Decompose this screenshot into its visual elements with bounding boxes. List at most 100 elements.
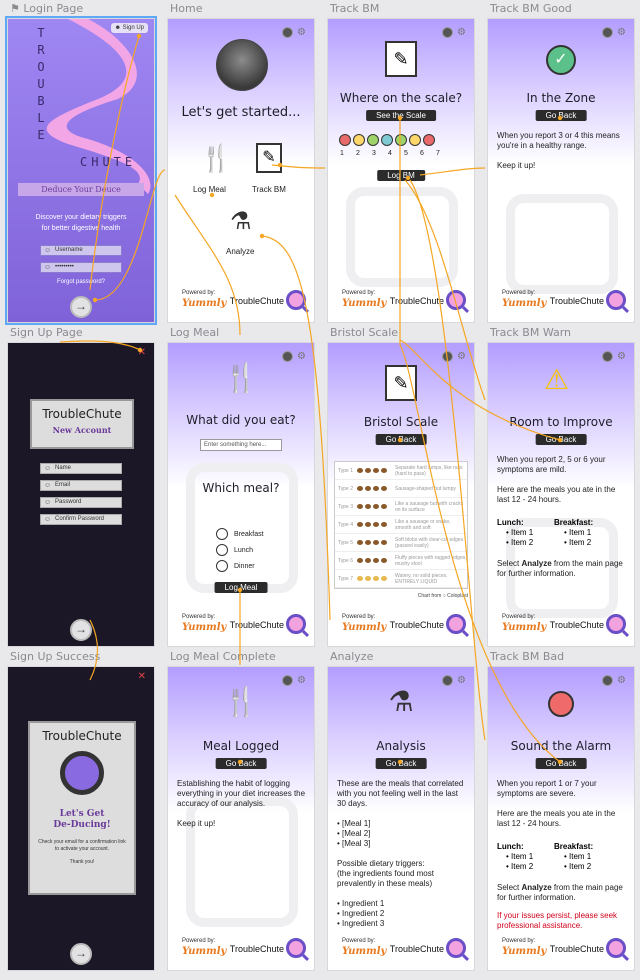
scale-option-2[interactable] <box>353 134 365 146</box>
gear-icon[interactable]: ⚙ <box>617 27 626 38</box>
bristol-row: Type 4 Like a sausage or snake, smooth an… <box>335 516 467 534</box>
see-scale-button[interactable]: See the Scale <box>366 110 436 121</box>
bristol-description: Soft blobs with clear-cut edges (passed … <box>395 536 464 549</box>
avatar-icon[interactable] <box>442 27 454 38</box>
forgot-password-link[interactable]: Forgot password? <box>8 279 154 285</box>
gear-icon[interactable]: ⚙ <box>457 27 466 38</box>
radio-icon[interactable] <box>216 560 228 572</box>
watermark-chart-icon <box>506 194 618 294</box>
credit-brand: Coloplast <box>447 593 468 599</box>
good-text: When you report 3 or 4 this means you're… <box>497 131 620 170</box>
avatar-icon[interactable] <box>602 675 614 686</box>
logo-letter: T <box>37 26 45 40</box>
track-bm-label[interactable]: Track BM <box>252 185 286 194</box>
gear-icon[interactable]: ⚙ <box>617 675 626 686</box>
select-text-b: Analyze <box>521 883 552 892</box>
footer-brand: TroubleChute <box>549 620 604 630</box>
meal-option-label: Breakfast <box>234 530 264 538</box>
scale-option-7[interactable] <box>423 134 435 146</box>
chart-pencil-icon[interactable]: ✎ <box>256 143 282 173</box>
bristol-row: Type 1 Separate hard lumps, like nuts (ha… <box>335 462 467 480</box>
username-input[interactable]: Username <box>40 245 122 256</box>
scale-option-4[interactable] <box>381 134 393 146</box>
gear-icon[interactable]: ⚙ <box>617 351 626 362</box>
bristol-row: Type 7 Watery, no solid pieces. ENTIRELY … <box>335 570 467 588</box>
go-back-button[interactable]: Go Back <box>375 758 427 769</box>
radio-icon[interactable] <box>216 544 228 556</box>
track-heading: Where on the scale? <box>339 91 463 105</box>
password-input[interactable]: ••••••••• <box>40 262 122 273</box>
meal-option-label: Lunch <box>234 546 254 554</box>
analyze-screen: ⚙ ⚗ Analysis Go Back These are the meals… <box>327 666 475 971</box>
footer: Powered by: Yummly TroubleChute <box>338 936 466 964</box>
email-input[interactable]: Email <box>40 480 122 491</box>
scale-option-3[interactable] <box>367 134 379 146</box>
breakfast-item: • Item 2 <box>564 862 592 871</box>
breakfast-item: • Item 1 <box>564 528 592 537</box>
avatar-icon[interactable] <box>442 675 454 686</box>
bristol-type: Type 3 <box>338 503 354 510</box>
signup-button[interactable]: ☻ Sign Up <box>110 23 148 33</box>
bristol-screen: ⚙ ✎ Bristol Scale Go Back Type 1 Separate… <box>327 342 475 647</box>
signup-submit-button[interactable]: → <box>70 619 92 641</box>
success-brand: TroubleChute <box>42 729 122 743</box>
avatar-icon[interactable] <box>282 675 294 686</box>
home-heading: Let's get started... <box>181 105 301 120</box>
avatar-icon[interactable] <box>282 27 294 38</box>
avatar-icon[interactable] <box>442 351 454 362</box>
lunch-item: • Item 2 <box>506 862 534 871</box>
scale-option-5[interactable] <box>395 134 407 146</box>
analyze-label[interactable]: Analyze <box>226 247 254 256</box>
magnifier-logo-icon <box>606 290 626 310</box>
log-bm-button[interactable]: Log BM <box>377 170 425 181</box>
stool-icon <box>357 558 395 563</box>
avatar-icon[interactable] <box>602 27 614 38</box>
gear-icon[interactable]: ⚙ <box>297 351 306 362</box>
footer: Powered by: Yummly TroubleChute <box>178 612 306 640</box>
gear-icon[interactable]: ⚙ <box>457 675 466 686</box>
microscope-icon[interactable]: ⚗ <box>230 207 252 236</box>
scale-option-6[interactable] <box>409 134 421 146</box>
success-continue-button[interactable]: → <box>70 943 92 965</box>
gear-icon[interactable]: ⚙ <box>297 675 306 686</box>
stool-icon <box>357 486 395 491</box>
user-icon: ☻ <box>114 25 123 31</box>
bad-warning-text: If your issues persist, please seek prof… <box>497 911 618 930</box>
go-back-button[interactable]: Go Back <box>535 758 587 769</box>
scale-numbers: 1 2 3 4 5 6 7 <box>340 150 470 157</box>
log-meal-button[interactable]: Log Meal <box>214 582 268 593</box>
select-text-b: Analyze <box>521 559 552 568</box>
meal-option-dinner[interactable]: Dinner <box>216 560 264 572</box>
password-input[interactable]: Password <box>40 497 122 508</box>
bristol-description: Separate hard lumps, like nuts (hard to … <box>395 464 463 477</box>
close-icon[interactable]: ✕ <box>138 347 146 358</box>
name-input[interactable]: Name <box>40 463 122 474</box>
go-back-button[interactable]: Go Back <box>375 434 427 445</box>
go-back-button[interactable]: Go Back <box>535 110 587 121</box>
analyze-heading: Analysis <box>376 739 426 753</box>
gear-icon[interactable]: ⚙ <box>297 27 306 38</box>
scale-option-1[interactable] <box>339 134 351 146</box>
avatar-icon[interactable] <box>282 351 294 362</box>
confirm-password-input[interactable]: Confirm Password <box>40 514 122 525</box>
tagline: Deduce Your Deuce <box>18 183 144 196</box>
gear-icon[interactable]: ⚙ <box>457 351 466 362</box>
close-icon[interactable]: ✕ <box>138 671 146 682</box>
home-screen: ⚙ Let's get started... 🍴 Log Meal ✎ Trac… <box>167 18 315 323</box>
chart-credit: Chart from ○ Coloplast <box>418 593 468 599</box>
login-submit-button[interactable]: → <box>70 296 92 318</box>
fork-knife-icon[interactable]: 🍴 <box>200 143 232 174</box>
bristol-description: Sausage-shaped but lumpy <box>395 485 456 492</box>
radio-icon[interactable] <box>216 528 228 540</box>
top-icons: ⚙ <box>278 351 306 362</box>
footer-brand: TroubleChute <box>229 296 284 306</box>
lunch-item: • Item 1 <box>506 528 534 537</box>
success-thanks: Thank you! <box>69 859 95 865</box>
go-back-button[interactable]: Go Back <box>535 434 587 445</box>
avatar-icon[interactable] <box>602 351 614 362</box>
go-back-button[interactable]: Go Back <box>215 758 267 769</box>
log-meal-label[interactable]: Log Meal <box>193 185 226 194</box>
meal-input[interactable]: Enter something here... <box>200 439 282 451</box>
meal-option-lunch[interactable]: Lunch <box>216 544 264 556</box>
meal-option-breakfast[interactable]: Breakfast <box>216 528 264 540</box>
